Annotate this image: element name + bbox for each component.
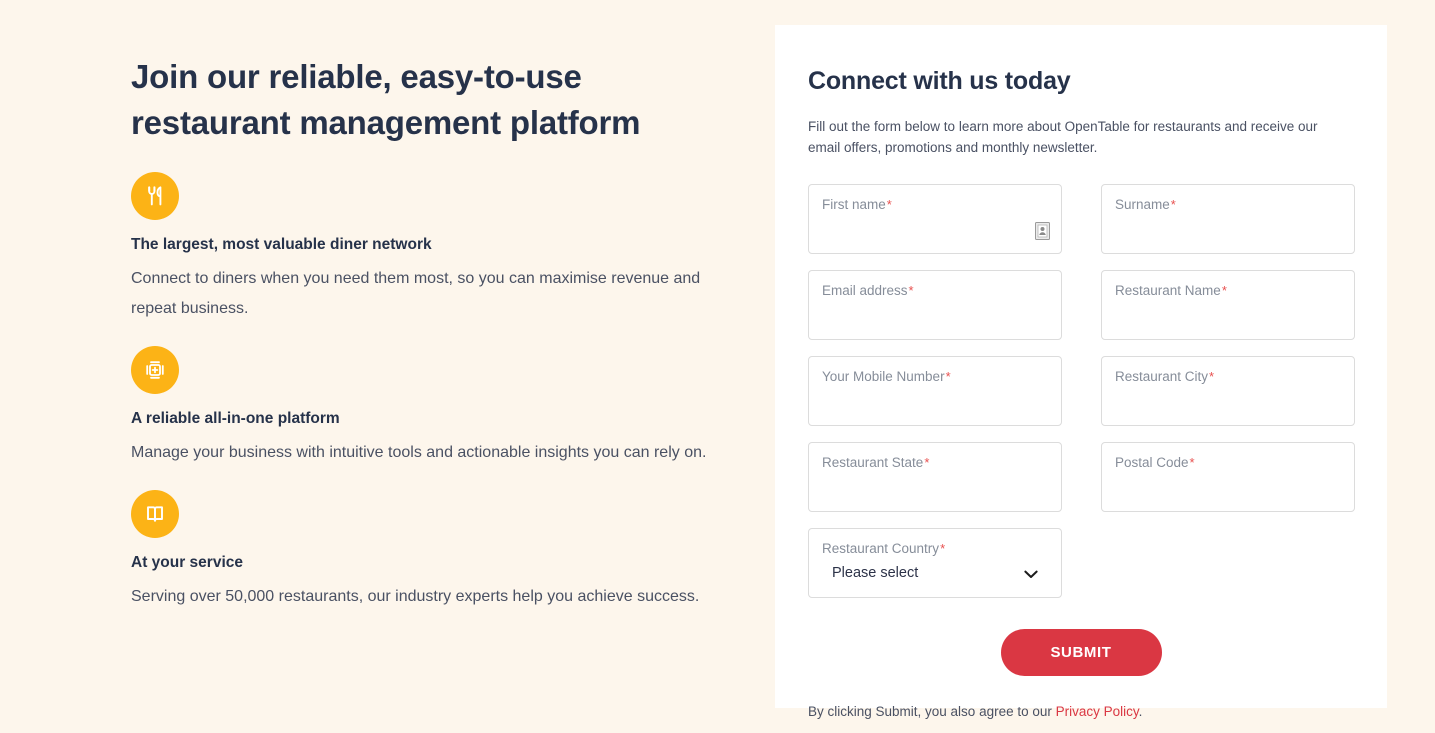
feature-description: Manage your business with intuitive tool… (131, 444, 707, 461)
first-name-input[interactable] (822, 214, 1048, 236)
page-title: Join our reliable, easy-to-use restauran… (131, 58, 641, 141)
privacy-policy-link[interactable]: Privacy Policy (1056, 704, 1139, 719)
email-address-input[interactable] (822, 300, 1048, 322)
contact-form-panel: Connect with us today Fill out the form … (775, 25, 1387, 719)
submit-row: SUBMIT (808, 629, 1354, 676)
restaurant-state-input[interactable] (822, 472, 1048, 494)
legal-disclaimer: By clicking Submit, you also agree to ou… (808, 703, 1354, 721)
restaurant-city-input[interactable] (1115, 386, 1341, 408)
postal-code-input[interactable] (1115, 472, 1341, 494)
required-marker: * (1209, 369, 1215, 384)
feature-title: The largest, most valuable diner network (131, 236, 432, 253)
feature-title: At your service (131, 554, 243, 571)
mobile-number-input[interactable] (822, 386, 1048, 408)
hero-column: Join our reliable, easy-to-use restauran… (131, 54, 751, 634)
restaurant-city-label: Restaurant City* (1115, 369, 1215, 384)
mobile-number-field[interactable]: Your Mobile Number* (808, 356, 1062, 426)
feature-item: A reliable all-in-one platform Manage yo… (131, 346, 751, 468)
feature-description: Serving over 50,000 restaurants, our ind… (131, 588, 700, 605)
legal-suffix-text: . (1138, 704, 1143, 719)
surname-label: Surname* (1115, 197, 1176, 212)
chevron-down-icon[interactable] (1024, 566, 1038, 584)
email-address-field[interactable]: Email address* (808, 270, 1062, 340)
feature-title: A reliable all-in-one platform (131, 410, 340, 427)
restaurant-city-field[interactable]: Restaurant City* (1101, 356, 1355, 426)
submit-button[interactable]: SUBMIT (1000, 629, 1162, 676)
required-marker: * (945, 369, 951, 384)
required-marker: * (908, 283, 914, 298)
form-fields-grid: First name* Surname* Email address* Rest… (808, 184, 1355, 598)
postal-code-field[interactable]: Postal Code* (1101, 442, 1355, 512)
first-name-label: First name* (822, 197, 892, 212)
all-in-one-platform-icon (131, 346, 179, 394)
restaurant-name-field[interactable]: Restaurant Name* (1101, 270, 1355, 340)
restaurant-name-input[interactable] (1115, 300, 1341, 322)
restaurant-name-label: Restaurant Name* (1115, 283, 1227, 298)
required-marker: * (1189, 455, 1195, 470)
fork-and-knife-icon (131, 172, 179, 220)
required-marker: * (940, 541, 946, 556)
restaurant-country-selected-value: Please select (832, 565, 919, 581)
restaurant-country-label: Restaurant Country* (822, 541, 946, 556)
required-marker: * (924, 455, 930, 470)
restaurant-country-field[interactable]: Restaurant Country* Please select (808, 528, 1062, 598)
feature-description: Connect to diners when you need them mos… (131, 270, 701, 317)
autofill-contact-card-icon[interactable] (1035, 222, 1050, 240)
legal-prefix-text: By clicking Submit, you also agree to ou… (808, 704, 1056, 719)
lead-capture-page: Join our reliable, easy-to-use restauran… (0, 0, 1435, 733)
form-subtitle: Fill out the form below to learn more ab… (808, 119, 1318, 155)
mobile-number-label: Your Mobile Number* (822, 369, 951, 384)
required-marker: * (1221, 283, 1227, 298)
restaurant-state-label: Restaurant State* (822, 455, 930, 470)
email-address-label: Email address* (822, 283, 914, 298)
feature-item: The largest, most valuable diner network… (131, 172, 751, 324)
open-book-icon (131, 490, 179, 538)
surname-field[interactable]: Surname* (1101, 184, 1355, 254)
restaurant-state-field[interactable]: Restaurant State* (808, 442, 1062, 512)
postal-code-label: Postal Code* (1115, 455, 1195, 470)
feature-item: At your service Serving over 50,000 rest… (131, 490, 751, 612)
required-marker: * (886, 197, 892, 212)
required-marker: * (1170, 197, 1176, 212)
restaurant-country-select[interactable]: Please select (822, 558, 1048, 583)
first-name-field[interactable]: First name* (808, 184, 1062, 254)
form-title: Connect with us today (808, 67, 1071, 95)
surname-input[interactable] (1115, 214, 1341, 236)
